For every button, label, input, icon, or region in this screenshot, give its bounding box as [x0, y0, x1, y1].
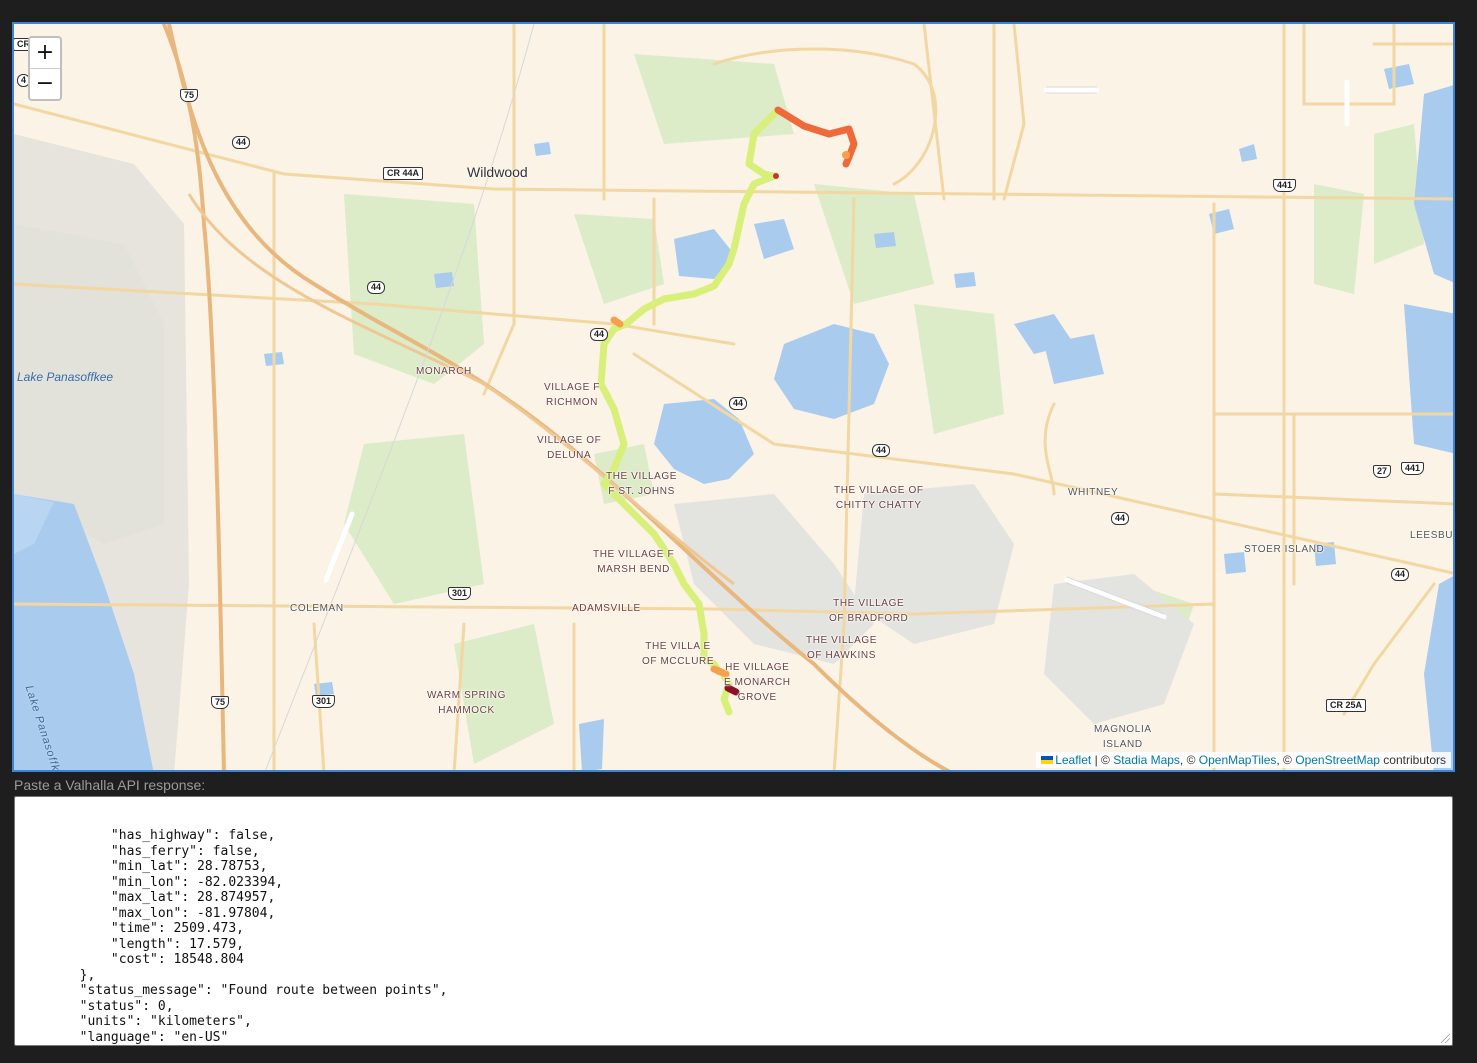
map-view[interactable]: Wildwood Lake Panasoffkee Lake Panasoffk… [12, 22, 1455, 772]
attribution-separator: | © [1094, 753, 1110, 767]
zoom-control: + − [28, 36, 62, 101]
json-line: "min_lat": 28.78753, [17, 859, 268, 874]
json-line: "cost": 18548.804 [17, 952, 244, 967]
json-line: "status": 0, [17, 998, 174, 1014]
openstreetmap-link[interactable]: OpenStreetMap [1295, 753, 1380, 767]
resize-handle-icon[interactable] [1441, 1034, 1450, 1043]
json-input-label: Paste a Valhalla API response: [14, 777, 206, 793]
json-line: "time": 2509.473, [17, 921, 244, 936]
json-line: "max_lon": -81.97804, [17, 905, 276, 921]
ukraine-flag-icon [1041, 756, 1054, 764]
attribution-suffix: contributors [1383, 753, 1446, 767]
openmaptiles-link[interactable]: OpenMapTiles [1199, 753, 1277, 767]
json-line: "min_lon": -82.023394, [17, 874, 284, 890]
json-line: } [17, 1045, 1450, 1046]
leaflet-link[interactable]: Leaflet [1055, 753, 1091, 767]
map-tiles [14, 24, 1453, 770]
stadia-maps-link[interactable]: Stadia Maps [1113, 753, 1180, 767]
json-line: "max_lat": 28.874957, [17, 890, 276, 905]
json-content: "has_highway": false, "has_ferry": false… [17, 828, 1450, 1046]
json-line: "length": 17.579, [17, 936, 244, 952]
json-line: "has_ferry": false, [17, 843, 260, 859]
json-line: "status_message": "Found route between p… [17, 983, 448, 998]
json-line: "has_highway": false, [17, 828, 276, 843]
map-attribution: Leaflet | © Stadia Maps, © OpenMapTiles,… [1036, 752, 1451, 768]
attribution-separator: , © [1276, 753, 1292, 767]
json-line: "language": "en-US" [17, 1029, 229, 1045]
zoom-in-button[interactable]: + [30, 38, 60, 68]
json-line: }, [17, 967, 96, 983]
zoom-out-button[interactable]: − [30, 68, 60, 99]
json-line: "units": "kilometers", [17, 1014, 252, 1029]
valhalla-response-textarea[interactable]: "has_highway": false, "has_ferry": false… [14, 796, 1453, 1046]
attribution-separator: , © [1179, 753, 1196, 767]
